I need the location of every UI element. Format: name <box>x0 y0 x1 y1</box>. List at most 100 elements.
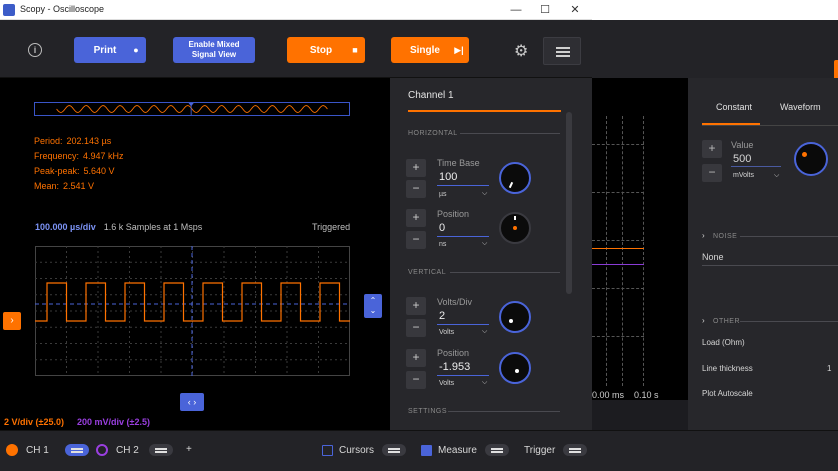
tab-constant[interactable]: Constant <box>716 102 752 112</box>
value-unit-select[interactable]: mVolts <box>733 172 754 179</box>
horizontal-section-title: HORIZONTAL <box>408 130 458 137</box>
volts-div-plus-button[interactable]: + <box>406 297 426 315</box>
knob-indicator <box>508 181 514 189</box>
print-button[interactable]: Print ● <box>74 37 146 63</box>
v-position-plus-button[interactable]: + <box>406 349 426 367</box>
timebase-input[interactable]: 100 <box>439 171 457 183</box>
oscilloscope-plot[interactable] <box>35 246 350 376</box>
maximize-icon[interactable]: ☐ <box>536 2 554 18</box>
measure-menu-icon[interactable] <box>484 444 509 456</box>
enable-mixed-signal-button[interactable]: Enable Mixed Signal View <box>173 37 255 63</box>
volts-div-knob[interactable] <box>499 301 531 333</box>
cursors-checkbox[interactable] <box>322 444 333 456</box>
h-position-input[interactable]: 0 <box>439 222 445 234</box>
v-position-minus-button[interactable]: − <box>406 371 426 389</box>
knob-indicator <box>509 319 513 323</box>
v-position-input[interactable]: -1.953 <box>439 361 470 373</box>
volts-div-unit-select[interactable]: Volts <box>439 329 454 336</box>
volts-div-input[interactable]: 2 <box>439 310 445 322</box>
h-position-unit-select[interactable]: ns <box>439 241 446 248</box>
line-thickness-value[interactable]: 1 <box>827 364 831 373</box>
printer-icon: ● <box>133 45 139 55</box>
ch1-indicator <box>6 444 18 456</box>
section-divider <box>740 321 838 322</box>
chevron-down-icon[interactable]: ⌵ <box>482 379 487 387</box>
value-plus-button[interactable]: + <box>702 140 722 158</box>
gear-icon[interactable]: ⚙ <box>514 41 528 61</box>
h-position-minus-button[interactable]: − <box>406 231 426 249</box>
v-position-unit-select[interactable]: Volts <box>439 380 454 387</box>
plus-icon: + <box>186 444 192 455</box>
measure-toggle[interactable]: Measure <box>421 444 509 456</box>
bg-ch2-trace <box>592 264 644 265</box>
ch2-toggle[interactable]: CH 2 <box>96 444 173 456</box>
ch1-offset-handle[interactable]: › <box>3 312 21 330</box>
noise-underline <box>702 265 838 266</box>
ch1-menu-icon[interactable] <box>64 444 89 456</box>
trigger-position-handle[interactable]: ‹ › <box>180 393 204 411</box>
bg-gridline <box>592 336 644 337</box>
oscilloscope-window: Scopy - Oscilloscope — ☐ ✕ i Print ● Ena… <box>0 0 592 471</box>
line-thickness-label: Line thickness <box>702 364 753 373</box>
ch1-toggle[interactable]: CH 1 <box>6 444 89 456</box>
bg-toolbar <box>592 20 838 86</box>
trigger-toggle[interactable]: Trigger <box>524 444 588 456</box>
timebase-plus-button[interactable]: + <box>406 159 426 177</box>
trigger-level-handle[interactable]: ⌃ ⌄ <box>364 294 382 318</box>
section-divider <box>740 236 838 237</box>
timebase-minus-button[interactable]: − <box>406 180 426 198</box>
chevron-down-icon[interactable]: ⌵ <box>482 190 487 198</box>
chevron-right-icon[interactable]: › <box>702 231 705 240</box>
waveform-overview[interactable] <box>34 102 350 116</box>
value-underline <box>731 166 781 167</box>
noise-select[interactable]: None <box>702 252 724 262</box>
close-icon[interactable]: ✕ <box>566 2 584 18</box>
h-position-knob[interactable] <box>499 212 531 244</box>
value-input[interactable]: 500 <box>733 153 751 165</box>
chevron-down-icon[interactable]: ⌵ <box>482 240 487 248</box>
value-minus-button[interactable]: − <box>702 164 722 182</box>
panel-scrollbar[interactable] <box>566 112 572 294</box>
info-icon[interactable]: i <box>28 43 42 57</box>
single-button[interactable]: Single ▶| <box>391 37 469 63</box>
chevron-down-icon[interactable]: ⌵ <box>482 328 487 336</box>
minimize-icon[interactable]: — <box>507 2 525 18</box>
knob-indicator <box>513 226 517 230</box>
section-divider <box>460 133 560 134</box>
timebase-unit-select[interactable]: µs <box>439 191 447 198</box>
timebase-info: 100.000 µs/div 1.6 k Samples at 1 Msps <box>35 222 202 232</box>
timebase-label: Time Base <box>437 158 480 168</box>
value-knob[interactable] <box>794 142 828 176</box>
panel-title-underline <box>408 110 561 112</box>
bg-time-label-right: 0.10 s <box>634 390 659 400</box>
timebase-knob[interactable] <box>499 162 531 194</box>
stop-button[interactable]: Stop ■ <box>287 37 365 63</box>
bg-gridline <box>592 144 644 145</box>
chevron-right-icon[interactable]: › <box>702 316 705 325</box>
section-divider <box>448 411 560 412</box>
measure-checkbox[interactable] <box>421 444 432 456</box>
mixed-label-line1: Enable Mixed <box>188 40 240 49</box>
signal-generator-window: 0.00 ms 0.10 s Constant Waveform + − Val… <box>592 0 838 471</box>
bg-gridline <box>592 288 644 289</box>
trigger-menu-icon[interactable] <box>563 444 588 456</box>
measurement-key: Frequency: <box>34 151 80 161</box>
cursors-toggle[interactable]: Cursors <box>322 444 407 456</box>
bg-time-label-left: 0.00 ms <box>592 390 625 400</box>
volts-div-minus-button[interactable]: − <box>406 319 426 337</box>
menu-button[interactable] <box>543 37 581 65</box>
chevron-down-icon[interactable]: ⌵ <box>774 172 779 180</box>
h-position-label: Position <box>437 209 470 219</box>
play-step-icon: ▶| <box>454 44 464 55</box>
v-position-knob[interactable] <box>499 352 531 384</box>
tab-waveform[interactable]: Waveform <box>780 102 821 112</box>
knob-indicator <box>515 369 519 373</box>
stop-icon: ■ <box>352 45 358 55</box>
ch2-menu-icon[interactable] <box>148 444 173 456</box>
cursors-menu-icon[interactable] <box>382 444 407 456</box>
bg-gridline <box>592 192 644 193</box>
single-button-label: Single <box>409 44 440 56</box>
h-position-plus-button[interactable]: + <box>406 209 426 227</box>
print-button-label: Print <box>93 44 117 56</box>
add-channel-button[interactable]: + <box>186 444 192 455</box>
